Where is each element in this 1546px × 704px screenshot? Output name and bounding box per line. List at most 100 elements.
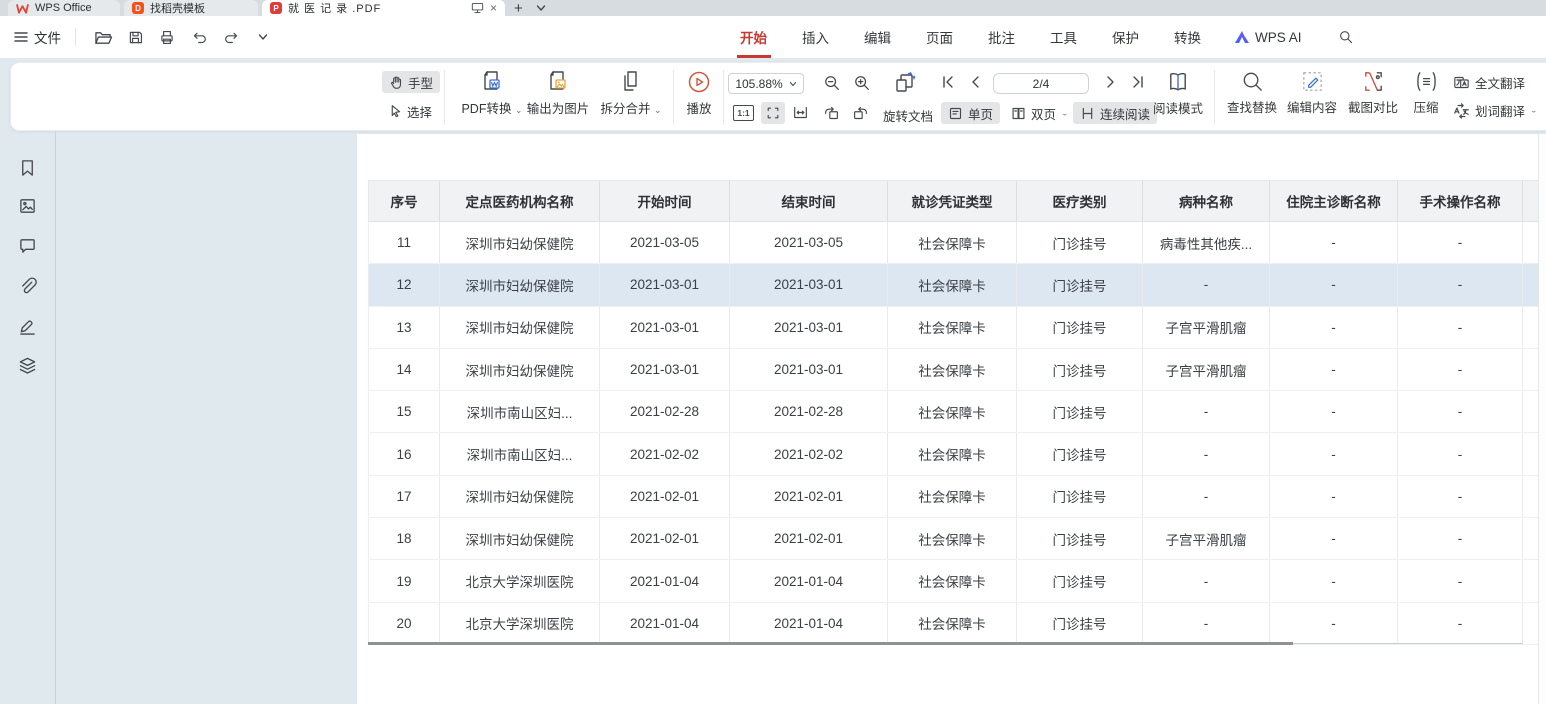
table-cell: 2021-02-01 xyxy=(730,476,888,517)
read-mode-button[interactable]: 阅读模式 xyxy=(1149,69,1207,117)
cast-screen-icon[interactable] xyxy=(471,2,484,14)
bookmarks-panel-icon[interactable] xyxy=(18,158,37,178)
ribbon-tab-edit[interactable]: 编辑 xyxy=(862,23,893,51)
last-page-button[interactable] xyxy=(1131,75,1145,89)
table-header-cell: 病种名称 xyxy=(1143,180,1270,222)
fit-page-button[interactable] xyxy=(761,102,785,124)
table-cell: 子宫平滑肌瘤 xyxy=(1143,349,1270,390)
menu-search-icon[interactable] xyxy=(1333,24,1359,50)
hand-tool-label: 手型 xyxy=(408,73,433,92)
word-translate-button[interactable]: 划词翻译 ⌄ xyxy=(1453,101,1538,120)
compress-button[interactable]: 压缩 xyxy=(1406,69,1446,116)
table-cell: 社会保障卡 xyxy=(888,518,1017,559)
ribbon-tab-protect[interactable]: 保护 xyxy=(1110,23,1141,51)
table-cell: 2021-02-01 xyxy=(600,476,730,517)
tab-list-chevron-icon[interactable] xyxy=(536,0,546,16)
rotate-right-button[interactable] xyxy=(852,105,869,121)
zoom-in-icon xyxy=(853,74,871,92)
rotate-left-button[interactable] xyxy=(823,105,840,121)
file-menu-button[interactable]: 文件 xyxy=(14,24,61,50)
prev-page-button[interactable] xyxy=(969,75,981,89)
ribbon-tab-convert[interactable]: 转换 xyxy=(1172,23,1203,51)
find-replace-button[interactable]: 查找替换 xyxy=(1223,69,1281,116)
table-cell: 深圳市南山区妇... xyxy=(440,433,600,474)
actual-size-icon: 1:1 xyxy=(733,105,754,121)
layers-panel-icon[interactable] xyxy=(18,356,37,375)
page-number-input[interactable]: 2/4 xyxy=(993,73,1089,94)
swap-pages-button[interactable] xyxy=(893,71,917,95)
screenshot-compare-icon xyxy=(1361,69,1386,94)
full-translate-button[interactable]: 全文翻译 xyxy=(1453,73,1525,92)
table-cell: 社会保障卡 xyxy=(888,349,1017,390)
table-cell: 13 xyxy=(368,307,440,348)
ribbon-tab-tools[interactable]: 工具 xyxy=(1048,23,1079,51)
zoom-in-button[interactable] xyxy=(853,74,871,92)
new-tab-button[interactable]: + xyxy=(514,0,523,16)
table-cell: 社会保障卡 xyxy=(888,476,1017,517)
full-translate-label: 全文翻译 xyxy=(1475,73,1525,92)
zoom-level-select[interactable]: 105.88% xyxy=(728,73,804,94)
first-page-button[interactable] xyxy=(941,75,955,89)
tab-docer-templates[interactable]: D 找稻壳模板 xyxy=(124,0,258,16)
table-cell: 门诊挂号 xyxy=(1017,433,1143,474)
table-row: 14深圳市妇幼保健院2021-03-012021-03-01社会保障卡门诊挂号子… xyxy=(368,349,1538,391)
open-file-icon[interactable] xyxy=(90,24,116,50)
table-cell: 2021-03-01 xyxy=(730,264,888,305)
tab-wps-office[interactable]: WPS Office xyxy=(8,0,120,16)
save-icon[interactable] xyxy=(122,24,148,50)
next-page-button[interactable] xyxy=(1105,75,1117,89)
actual-size-button[interactable]: 1:1 xyxy=(733,105,754,121)
continuous-read-button[interactable]: 连续阅读 xyxy=(1073,102,1157,124)
table-cell: - xyxy=(1270,222,1398,263)
ribbon-tab-page[interactable]: 页面 xyxy=(924,23,955,51)
table-cell: - xyxy=(1143,264,1270,305)
split-merge-button[interactable]: 拆分合并 ⌄ xyxy=(594,69,668,117)
tab-label: WPS Office xyxy=(35,2,92,14)
signature-panel-icon[interactable] xyxy=(18,316,37,335)
redo-icon[interactable] xyxy=(218,24,244,50)
attachments-panel-icon[interactable] xyxy=(18,276,37,295)
document-viewport[interactable]: 序号定点医药机构名称开始时间结束时间就诊凭证类型医疗类别病种名称住院主诊断名称手… xyxy=(56,131,1546,704)
single-page-button[interactable]: 单页 xyxy=(941,102,1000,124)
fit-width-button[interactable] xyxy=(792,105,809,120)
quick-access-chevron-icon[interactable] xyxy=(250,24,276,50)
table-cell: 门诊挂号 xyxy=(1017,264,1143,305)
select-tool-button[interactable]: 选择 xyxy=(382,100,439,122)
table-cell: - xyxy=(1398,476,1523,517)
thumbnails-panel-icon[interactable] xyxy=(18,197,37,215)
table-cell: 深圳市妇幼保健院 xyxy=(440,264,600,305)
print-icon[interactable] xyxy=(154,24,180,50)
ribbon-tab-comment[interactable]: 批注 xyxy=(986,23,1017,51)
table-row: 15深圳市南山区妇...2021-02-282021-02-28社会保障卡门诊挂… xyxy=(368,391,1538,433)
play-icon xyxy=(686,69,712,95)
double-page-button[interactable]: 双页 ⌄ xyxy=(1005,102,1075,124)
play-button[interactable]: 播放 xyxy=(677,69,721,117)
hand-tool-button[interactable]: 手型 xyxy=(382,71,440,93)
tab-medical-record-pdf[interactable]: P 就 医 记 录 .PDF × xyxy=(262,0,505,16)
edit-content-button[interactable]: 编辑内容 xyxy=(1283,69,1341,116)
single-page-label: 单页 xyxy=(968,104,993,123)
vertical-scrollbar[interactable] xyxy=(1538,134,1546,704)
ribbon-tab-home[interactable]: 开始 xyxy=(738,23,769,51)
tab-label: 就 医 记 录 .PDF xyxy=(288,0,381,16)
export-image-button[interactable]: 输出为图片 xyxy=(519,69,597,117)
comments-panel-icon[interactable] xyxy=(18,237,37,254)
pdf-file-icon: P xyxy=(270,2,282,14)
close-tab-icon[interactable]: × xyxy=(490,2,497,14)
screenshot-compare-button[interactable]: 截图对比 xyxy=(1344,69,1402,116)
table-cell: 深圳市南山区妇... xyxy=(440,391,600,432)
split-merge-icon xyxy=(618,69,644,95)
undo-icon[interactable] xyxy=(186,24,212,50)
table-body: 11深圳市妇幼保健院2021-03-052021-03-05社会保障卡门诊挂号病… xyxy=(368,222,1538,645)
wps-ai-button[interactable]: WPS AI xyxy=(1234,30,1302,45)
zoom-out-button[interactable] xyxy=(823,74,841,92)
find-replace-icon xyxy=(1240,69,1265,94)
ribbon-tab-insert[interactable]: 插入 xyxy=(800,23,831,51)
table-cell: 门诊挂号 xyxy=(1017,349,1143,390)
medical-records-table: 序号定点医药机构名称开始时间结束时间就诊凭证类型医疗类别病种名称住院主诊断名称手… xyxy=(368,180,1538,645)
menu-bar: 文件 开始 插入 编辑 页面 批注 工具 保护 转换 xyxy=(0,16,1546,58)
table-cell xyxy=(1523,433,1538,474)
split-merge-label: 拆分合并 ⌄ xyxy=(600,98,661,117)
table-cell: - xyxy=(1398,391,1523,432)
table-header-cell: 序号 xyxy=(368,180,440,222)
